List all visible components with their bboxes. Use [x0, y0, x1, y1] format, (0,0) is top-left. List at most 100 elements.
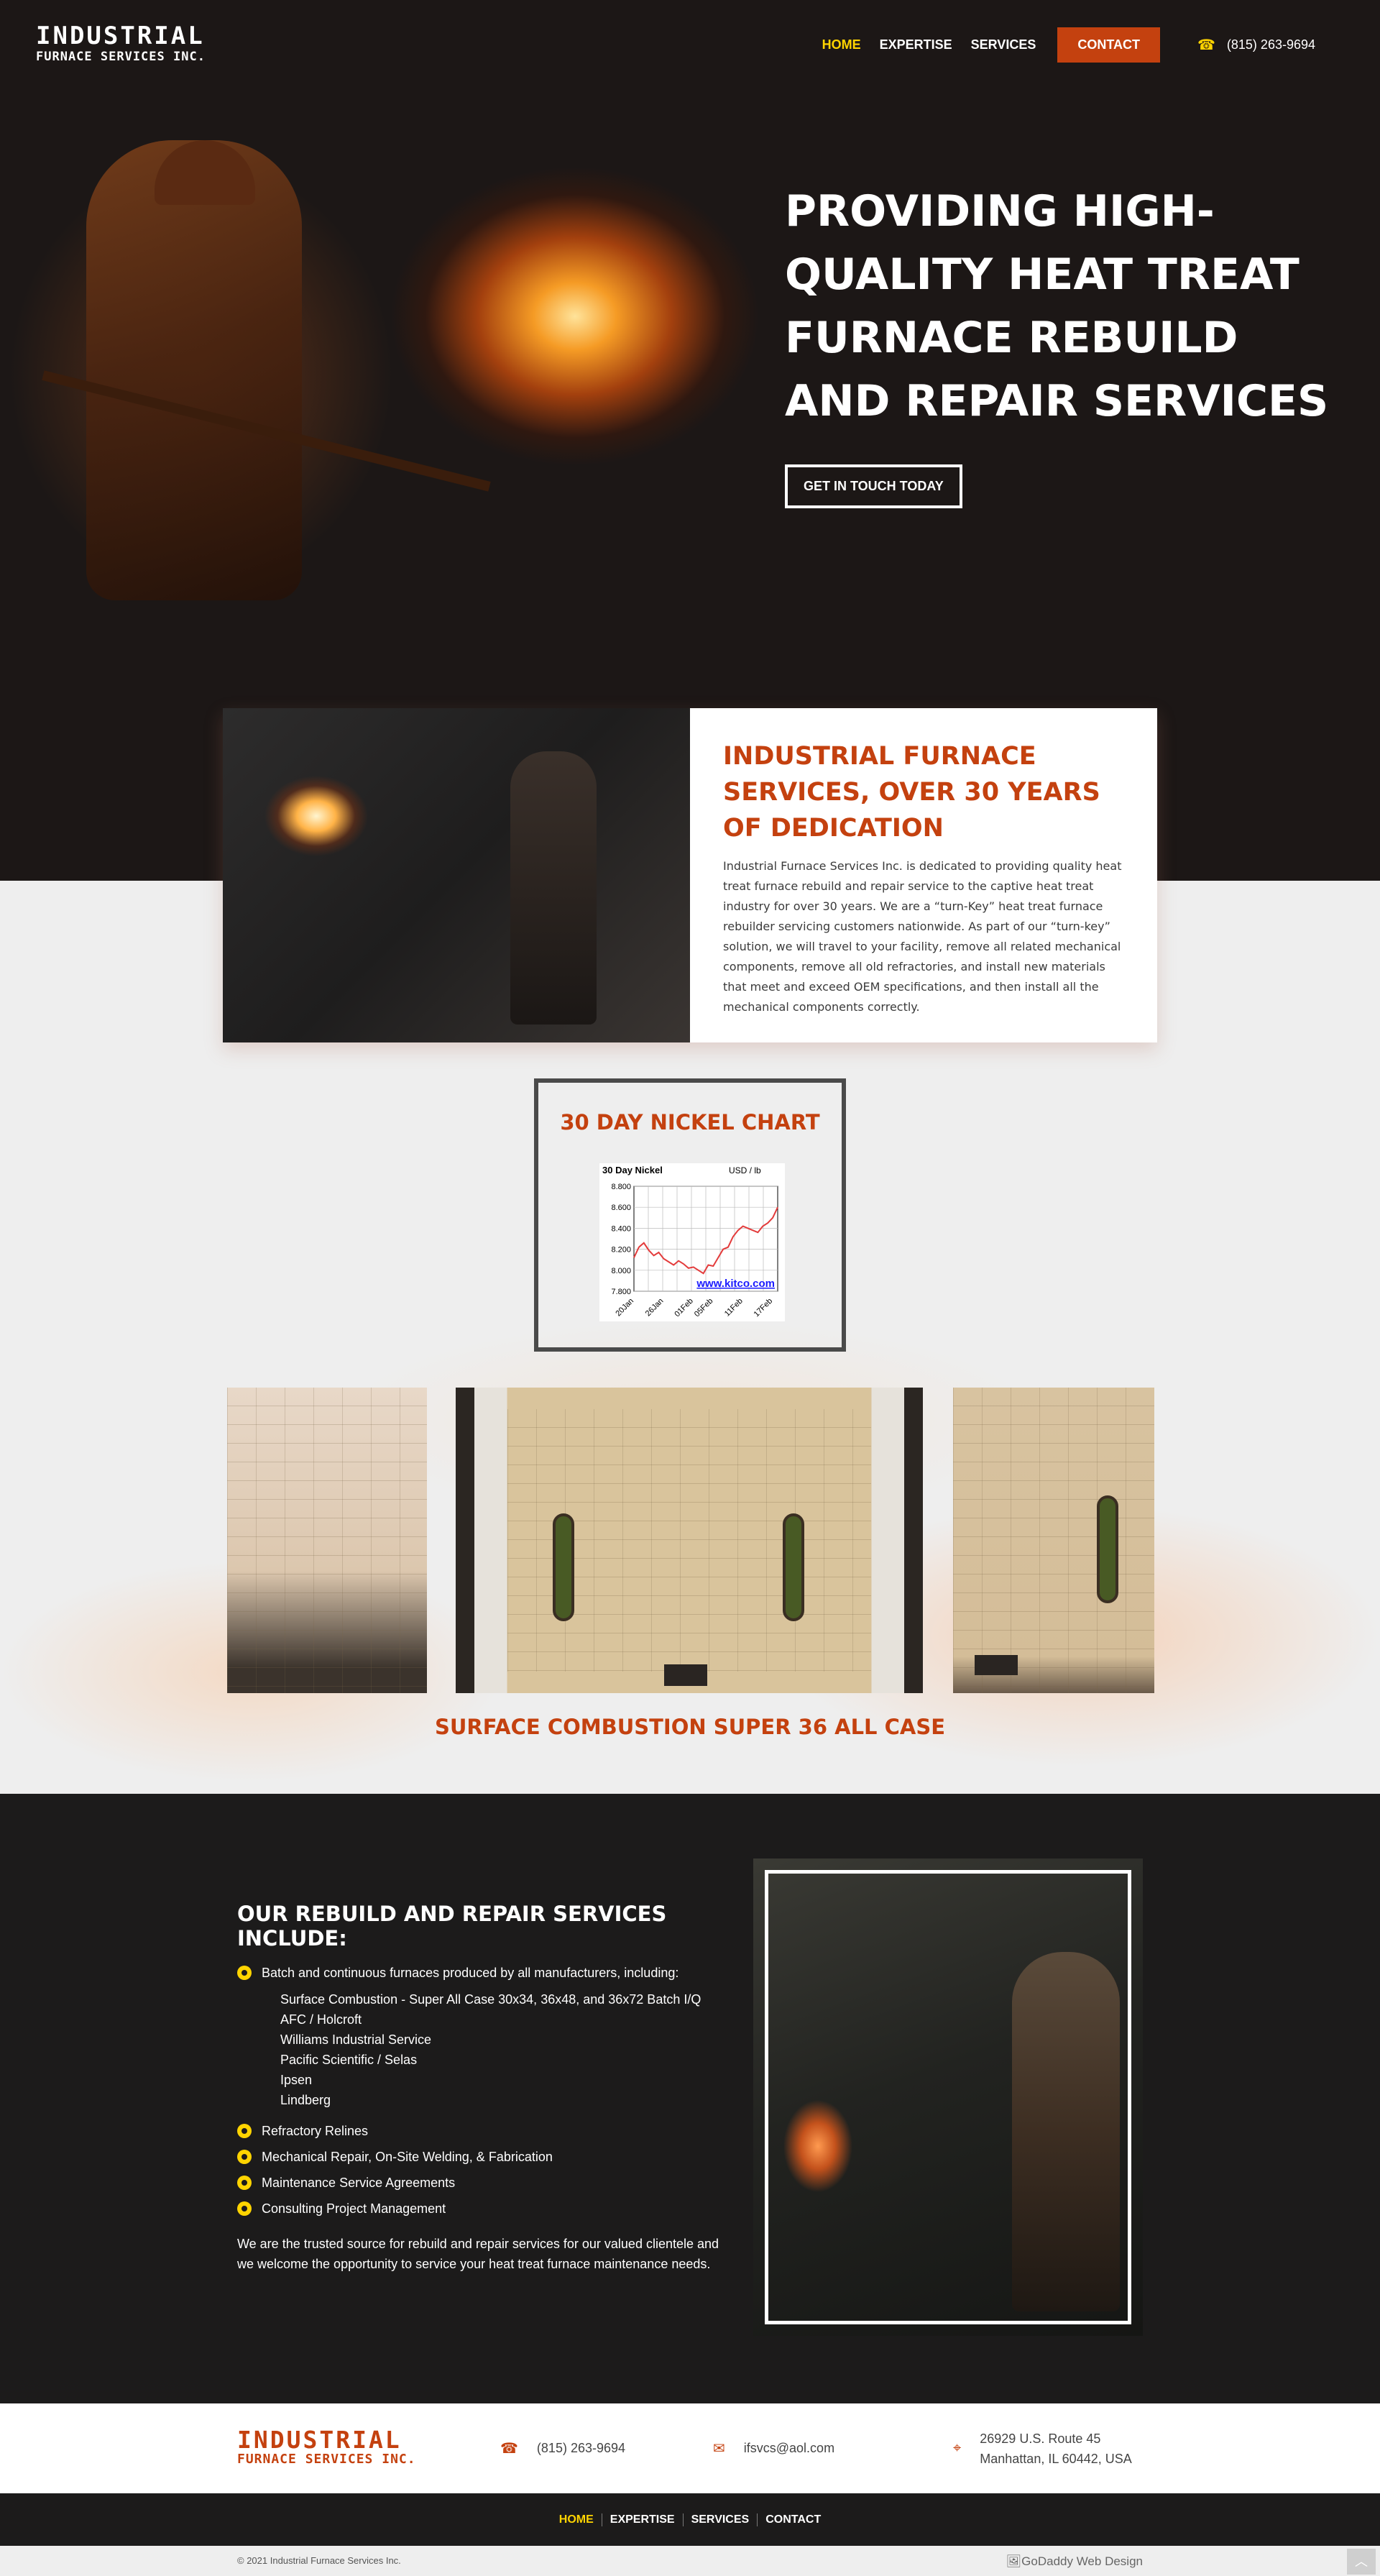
list-item: Ipsen — [280, 2073, 313, 2087]
x-tick-label: 11Feb — [723, 1297, 745, 1319]
nickel-chart-box: 30 DAY NICKEL CHART 30 Day Nickel USD / l… — [534, 1078, 846, 1352]
list-item: Consulting Project Management — [237, 2201, 733, 2217]
y-tick-label: 8.600 — [611, 1204, 631, 1212]
envelope-icon: ✉ — [713, 2441, 725, 2457]
logo-line1: INDUSTRIAL — [36, 22, 205, 50]
y-tick-label: 8.000 — [611, 1267, 631, 1275]
phone-icon: ☎ — [1197, 37, 1215, 53]
footer-logo[interactable]: INDUSTRIAL FURNACE SERVICES INC. — [237, 2428, 416, 2466]
chart-title: 30 Day Nickel — [602, 1165, 663, 1175]
x-tick-label: 26Jan — [644, 1297, 666, 1319]
bullet-icon — [237, 2201, 252, 2216]
service-item-label: Refractory Relines — [262, 2124, 369, 2138]
gallery-photo-furnace-front[interactable] — [456, 1388, 923, 1693]
nav-expertise[interactable]: EXPERTISE — [880, 37, 952, 52]
contact-bar: INDUSTRIAL FURNACE SERVICES INC. ☎ (815)… — [0, 2403, 1380, 2493]
y-tick-label: 8.400 — [611, 1224, 631, 1233]
main-nav: HOME EXPERTISE SERVICES CONTACT ☎ (815) … — [822, 27, 1315, 63]
gallery-caption: SURFACE COMBUSTION SUPER 36 ALL CASE — [434, 1715, 946, 1739]
services-photo — [753, 1858, 1143, 2336]
list-item: AFC / Holcroft — [280, 2012, 362, 2027]
bullet-icon — [237, 2150, 252, 2164]
y-tick-label: 8.200 — [611, 1246, 631, 1255]
x-tick-label: 20Jan — [614, 1297, 635, 1319]
service-item-label: Consulting Project Management — [262, 2201, 446, 2216]
contact-phone-number: (815) 263-9694 — [536, 2441, 626, 2455]
list-item: Refractory Relines — [237, 2123, 733, 2139]
bullet-icon — [237, 2176, 252, 2190]
gallery-photo-furnace-interior[interactable] — [227, 1388, 427, 1693]
contact-email[interactable]: ✉ ifsvcs@aol.com — [713, 2403, 834, 2493]
about-body: Industrial Furnace Services Inc. is dedi… — [723, 859, 1122, 1014]
hero-content: PROVIDING HIGH-QUALITY HEAT TREAT FURNAC… — [785, 180, 1331, 508]
footer-bottom: © 2021 Industrial Furnace Services Inc. … — [0, 2546, 1380, 2576]
list-item: Batch and continuous furnaces produced b… — [237, 1965, 733, 1981]
contact-email-address: ifsvcs@aol.com — [743, 2441, 835, 2455]
manufacturer-list: Surface Combustion - Super All Case 30x3… — [280, 1989, 733, 2110]
nav-home[interactable]: HOME — [822, 37, 861, 52]
hero-worker-silhouette — [86, 140, 302, 600]
list-item: Pacific Scientific / Selas — [280, 2053, 418, 2067]
nav-services[interactable]: SERVICES — [971, 37, 1036, 52]
footer-nav-home[interactable]: HOME — [551, 2513, 602, 2526]
about-worker-silhouette — [510, 751, 597, 1025]
services-title: OUR REBUILD AND REPAIR SERVICES INCLUDE: — [237, 1902, 667, 1951]
service-item-label: Maintenance Service Agreements — [262, 2176, 456, 2190]
list-item: Williams Industrial Service — [280, 2032, 432, 2047]
chart-watermark: www.kitco.com — [696, 1278, 775, 1290]
get-in-touch-button[interactable]: GET IN TOUCH TODAY — [785, 464, 962, 508]
logo-line2: FURNACE SERVICES INC. — [36, 50, 206, 64]
about-card: INDUSTRIAL FURNACE SERVICES, OVER 30 YEA… — [223, 708, 1157, 1042]
site-logo[interactable]: INDUSTRIAL FURNACE SERVICES INC. — [36, 24, 206, 63]
footer-nav-services[interactable]: SERVICES — [682, 2513, 758, 2526]
copyright: © 2021 Industrial Furnace Services Inc. — [237, 2555, 401, 2566]
footer-logo-line2: FURNACE SERVICES INC. — [237, 2452, 416, 2467]
about-welding-photo — [223, 708, 690, 1042]
godaddy-link[interactable]: 🖼GoDaddy Web Design — [1006, 2554, 1143, 2569]
x-tick-label: 01Feb — [673, 1297, 695, 1319]
services-paragraph: We are the trusted source for rebuild an… — [237, 2237, 719, 2271]
contact-phone[interactable]: ☎ (815) 263-9694 — [500, 2403, 625, 2493]
footer-nav-expertise[interactable]: EXPERTISE — [601, 2513, 683, 2526]
list-item: Surface Combustion - Super All Case 30x3… — [280, 1992, 702, 2007]
nickel-chart-svg: 30 Day Nickel USD / lb 7.800 8.000 8.200 8.40… — [602, 1165, 778, 1319]
about-section: INDUSTRIAL FURNACE SERVICES, OVER 30 YEA… — [0, 708, 1380, 1794]
contact-address[interactable]: ⌖ 26929 U.S. Route 45 Manhattan, IL 6044… — [953, 2403, 1132, 2493]
x-tick-label: 17Feb — [753, 1297, 775, 1319]
list-item: Maintenance Service Agreements — [237, 2175, 733, 2191]
hero-title: PROVIDING HIGH-QUALITY HEAT TREAT FURNAC… — [785, 186, 1329, 426]
footer-nav-contact[interactable]: CONTACT — [757, 2513, 829, 2526]
address-line2: Manhattan, IL 60442, USA — [980, 2451, 1132, 2466]
services-section: OUR REBUILD AND REPAIR SERVICES INCLUDE:… — [0, 1794, 1380, 2403]
services-content: OUR REBUILD AND REPAIR SERVICES INCLUDE:… — [237, 1902, 733, 2274]
y-tick-label: 8.800 — [611, 1183, 631, 1191]
godaddy-label: GoDaddy Web Design — [1021, 2554, 1143, 2568]
services-list: Batch and continuous furnaces produced b… — [237, 1965, 733, 1981]
gallery-photo-furnace-wall[interactable] — [953, 1388, 1154, 1693]
header-phone[interactable]: ☎ (815) 263-9694 — [1197, 36, 1315, 54]
chevron-up-icon[interactable]: ︿ — [1347, 2549, 1376, 2575]
nickel-chart-image[interactable]: 30 Day Nickel USD / lb 7.800 8.000 8.200 8.40… — [599, 1163, 785, 1321]
about-text: INDUSTRIAL FURNACE SERVICES, OVER 30 YEA… — [690, 708, 1157, 1042]
map-icon: ⌖ — [953, 2440, 962, 2456]
contact-address-text: 26929 U.S. Route 45 Manhattan, IL 60442,… — [980, 2429, 1131, 2469]
about-title: INDUSTRIAL FURNACE SERVICES, OVER 30 YEA… — [723, 742, 1100, 843]
phone-icon: ☎ — [500, 2441, 518, 2457]
bullet-icon — [237, 2124, 252, 2138]
service-item-label: Mechanical Repair, On-Site Welding, & Fa… — [262, 2150, 553, 2164]
site-header: INDUSTRIAL FURNACE SERVICES INC. HOME EX… — [0, 0, 1380, 86]
service-item-1: Batch and continuous furnaces produced b… — [262, 1966, 679, 1980]
footer-nav: HOME EXPERTISE SERVICES CONTACT — [0, 2493, 1380, 2546]
x-tick-label: 05Feb — [693, 1297, 715, 1319]
services-list-more: Refractory Relines Mechanical Repair, On… — [237, 2123, 733, 2217]
bullet-icon — [237, 1966, 252, 1980]
y-tick-label: 7.800 — [611, 1288, 631, 1296]
furnace-gallery — [227, 1388, 1154, 1693]
footer-logo-line1: INDUSTRIAL — [237, 2426, 402, 2454]
list-item: Mechanical Repair, On-Site Welding, & Fa… — [237, 2149, 733, 2165]
chart-unit: USD / lb — [729, 1165, 761, 1175]
nav-contact-button[interactable]: CONTACT — [1057, 27, 1160, 63]
list-item: Lindberg — [280, 2093, 331, 2107]
nickel-chart-heading: 30 DAY NICKEL CHART — [560, 1110, 820, 1135]
address-line1: 26929 U.S. Route 45 — [980, 2431, 1101, 2446]
